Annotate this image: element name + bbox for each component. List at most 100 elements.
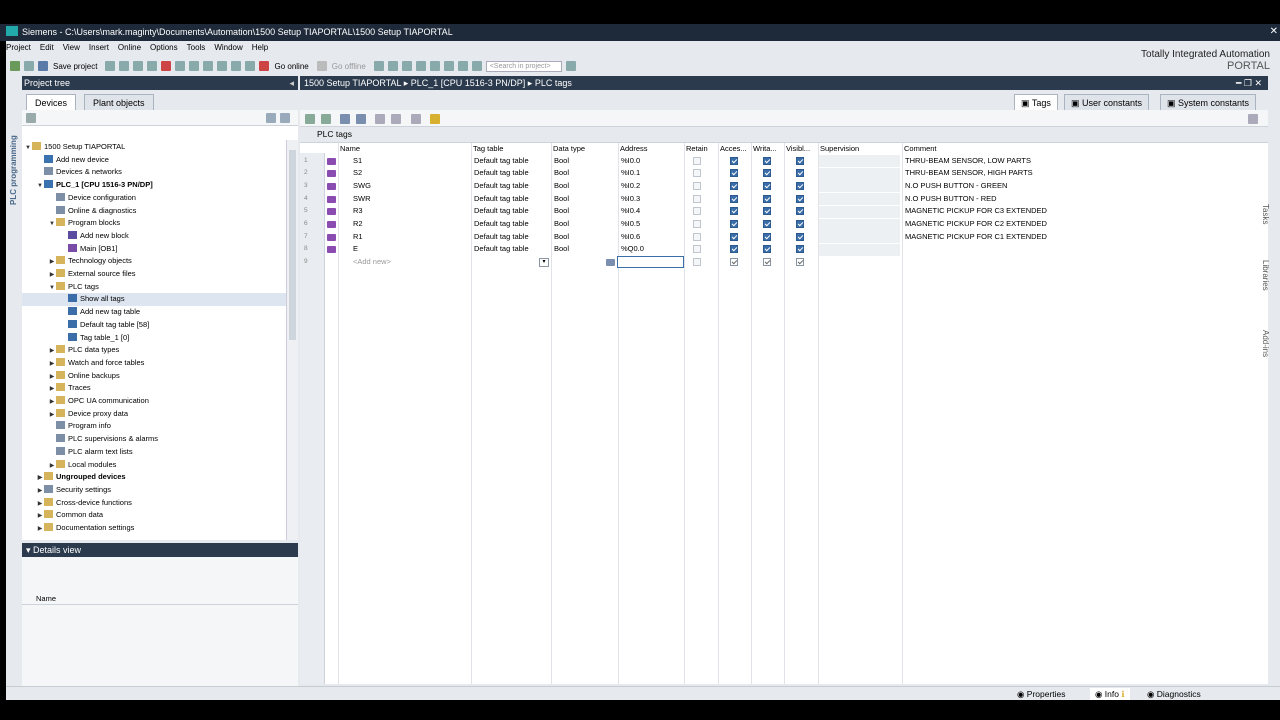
tree-item[interactable]: Devices & networks xyxy=(22,166,286,179)
tree-item[interactable]: ▶ Security settings xyxy=(22,484,286,497)
portal-side-tab[interactable]: PLC programming xyxy=(6,125,22,225)
tree-item[interactable]: ▼ 1500 Setup TIAPORTAL xyxy=(22,141,286,154)
row-number[interactable]: 6 xyxy=(304,218,318,231)
row-number[interactable]: 1 xyxy=(304,155,318,168)
accessible-checkbox[interactable] xyxy=(730,232,738,241)
row-number[interactable]: 9 xyxy=(304,256,318,269)
supervision-cell[interactable] xyxy=(819,193,900,206)
info-tab[interactable]: ◉ Info ℹ xyxy=(1090,688,1130,700)
menu-tools[interactable]: Tools xyxy=(187,43,206,52)
tag-comment[interactable]: THRU-BEAM SENSOR, LOW PARTS xyxy=(905,155,1063,168)
tree-item[interactable]: ▶ Online backups xyxy=(22,370,286,383)
collapse-pane-icon[interactable]: ◂ xyxy=(289,76,294,90)
tag-address[interactable]: %I0.4 xyxy=(621,205,683,218)
tag-table-name[interactable]: Default tag table xyxy=(474,243,552,256)
accessible-checkbox[interactable] xyxy=(730,258,738,267)
tree-scrollbar[interactable] xyxy=(286,140,298,540)
insert-row-icon[interactable] xyxy=(321,114,331,124)
tag-name[interactable]: R1 xyxy=(353,231,468,244)
tab-devices[interactable]: Devices xyxy=(26,94,77,110)
tag-table-name[interactable]: Default tag table xyxy=(474,167,552,180)
tag-address[interactable]: %I0.2 xyxy=(621,180,683,193)
editor-window-controls[interactable]: ━ ❐ ✕ xyxy=(1236,76,1262,90)
stop-cpu-icon[interactable] xyxy=(401,61,412,71)
window-close-button[interactable]: ✕ xyxy=(1270,26,1278,37)
tag-table-name[interactable]: Default tag table xyxy=(474,180,552,193)
tag-name[interactable]: S1 xyxy=(353,155,468,168)
tree-item[interactable]: ▼ Program blocks xyxy=(22,217,286,230)
editor-maximize-icon[interactable] xyxy=(457,61,468,71)
retain-checkbox[interactable] xyxy=(693,194,701,203)
tag-table-name[interactable]: Default tag table xyxy=(474,218,552,231)
data-type-dropdown[interactable]: ▾ xyxy=(539,258,549,267)
tree-item[interactable]: Main [OB1] xyxy=(22,243,286,256)
supervision-cell[interactable] xyxy=(819,155,900,167)
col-comment-header[interactable]: Comment xyxy=(904,143,1064,154)
tree-item[interactable]: ▶ Technology objects xyxy=(22,255,286,268)
tag-address[interactable]: %I0.3 xyxy=(621,193,683,206)
monitor-icon[interactable] xyxy=(375,114,385,124)
tab-user-constants[interactable]: ▣ User constants xyxy=(1064,94,1150,110)
retain-checkbox[interactable] xyxy=(693,181,701,190)
col-retain-header[interactable]: Retain xyxy=(686,143,718,154)
task-card-tasks[interactable]: Tasks xyxy=(1261,204,1270,224)
writable-checkbox[interactable] xyxy=(763,181,771,190)
col-data-type-header[interactable]: Data type xyxy=(553,143,617,154)
add-new-row[interactable]: <Add new> xyxy=(353,256,468,269)
row-number[interactable]: 2 xyxy=(304,167,318,180)
tag-data-type[interactable]: Bool xyxy=(554,155,616,168)
accessible-checkbox[interactable] xyxy=(730,220,738,228)
details-name-column[interactable]: Name xyxy=(36,594,56,603)
tree-item[interactable]: ▶ Common data xyxy=(22,509,286,522)
cut-icon[interactable] xyxy=(119,61,130,71)
paste-icon[interactable] xyxy=(147,61,158,71)
visible-checkbox[interactable] xyxy=(796,194,804,203)
writable-checkbox[interactable] xyxy=(763,245,771,254)
retain-checkbox[interactable] xyxy=(693,258,701,267)
menu-view[interactable]: View xyxy=(63,43,80,52)
undo-icon[interactable] xyxy=(175,61,186,71)
print-icon[interactable] xyxy=(105,61,116,71)
menu-project[interactable]: Project xyxy=(6,43,31,52)
tag-name[interactable]: R2 xyxy=(353,218,468,231)
menu-edit[interactable]: Edit xyxy=(40,43,54,52)
tag-data-type[interactable]: Bool xyxy=(554,167,616,180)
tree-item[interactable]: Online & diagnostics xyxy=(22,205,286,218)
writable-checkbox[interactable] xyxy=(763,258,771,267)
tree-item[interactable]: ▶ Watch and force tables xyxy=(22,357,286,370)
tag-table-name[interactable]: Default tag table xyxy=(474,155,552,168)
tab-system-constants[interactable]: ▣ System constants xyxy=(1160,94,1257,110)
tab-plant-objects[interactable]: Plant objects xyxy=(84,94,154,110)
properties-tab[interactable]: ◉ Properties xyxy=(1012,688,1071,700)
tag-name[interactable]: SWG xyxy=(353,180,468,193)
tag-address[interactable]: %I0.0 xyxy=(621,155,683,168)
row-number[interactable]: 7 xyxy=(304,231,318,244)
tree-item[interactable]: ▼ PLC tags xyxy=(22,281,286,294)
retain-checkbox[interactable] xyxy=(693,207,701,216)
tag-data-type[interactable]: Bool xyxy=(554,218,616,231)
filter-icon[interactable] xyxy=(430,114,440,124)
tag-data-type[interactable]: Bool xyxy=(554,180,616,193)
split-vertical-icon[interactable] xyxy=(443,61,454,71)
supervision-cell[interactable] xyxy=(819,205,900,218)
writable-checkbox[interactable] xyxy=(763,207,771,216)
accessible-devices-icon[interactable] xyxy=(373,61,384,71)
details-view-header[interactable]: ▾ Details view xyxy=(22,543,298,557)
tree-item[interactable]: ▶ Local modules xyxy=(22,459,286,472)
add-row-icon[interactable] xyxy=(305,114,315,124)
visible-checkbox[interactable] xyxy=(796,156,804,165)
tag-name[interactable]: E xyxy=(353,243,468,256)
menu-options[interactable]: Options xyxy=(150,43,178,52)
col-tag-table-header[interactable]: Tag table xyxy=(473,143,551,154)
tree-item[interactable]: Add new device xyxy=(22,154,286,167)
writable-checkbox[interactable] xyxy=(763,169,771,178)
col-visible-header[interactable]: Visibl... xyxy=(786,143,818,154)
tree-scrollbar-thumb[interactable] xyxy=(289,150,296,340)
import-icon[interactable] xyxy=(356,114,366,124)
save-project-button[interactable]: Save project xyxy=(53,62,97,71)
writable-checkbox[interactable] xyxy=(763,232,771,241)
simulation-icon[interactable] xyxy=(245,61,256,71)
tag-comment[interactable]: N.O PUSH BUTTON - GREEN xyxy=(905,180,1063,193)
tag-address[interactable]: %Q0.0 xyxy=(621,243,683,256)
col-writable-header[interactable]: Writa... xyxy=(753,143,785,154)
